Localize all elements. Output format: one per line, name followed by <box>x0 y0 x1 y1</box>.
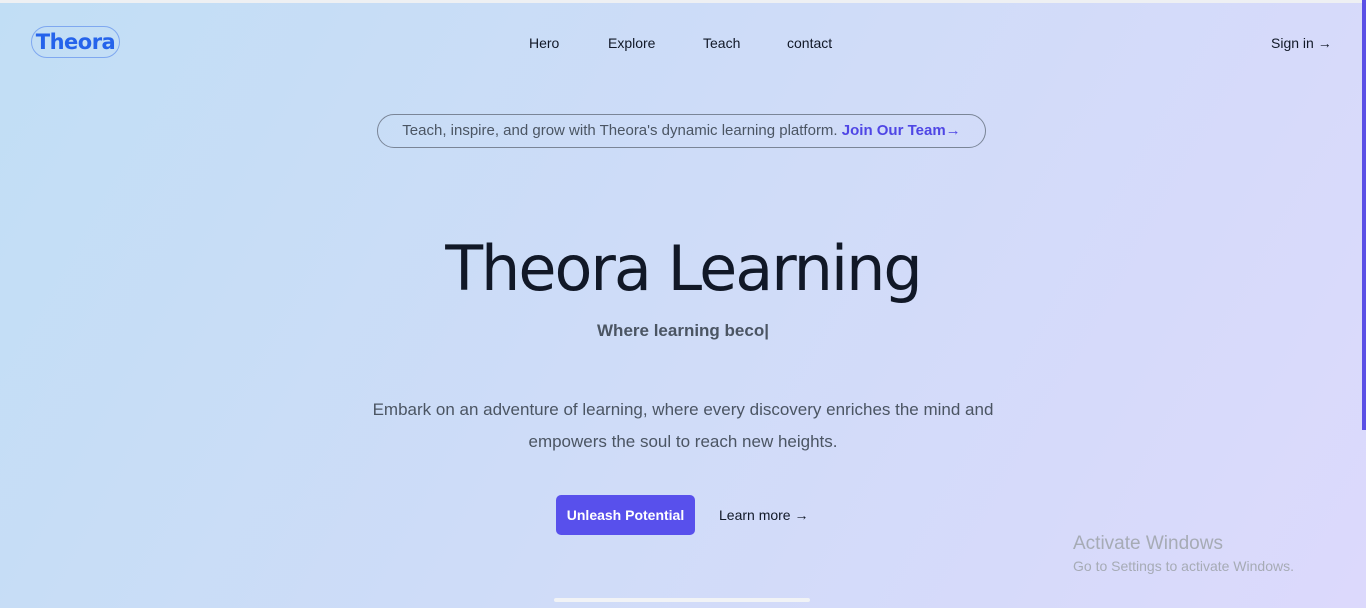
nav-contact[interactable]: contact <box>787 35 832 51</box>
horizontal-scrollbar[interactable] <box>554 598 810 602</box>
nav-hero[interactable]: Hero <box>529 35 559 51</box>
top-border <box>0 0 1366 3</box>
vertical-scrollbar[interactable] <box>1362 0 1366 430</box>
nav-explore[interactable]: Explore <box>608 35 655 51</box>
announcement-banner: Teach, inspire, and grow with Theora's d… <box>377 114 986 148</box>
hero-description: Embark on an adventure of learning, wher… <box>372 400 994 451</box>
learn-more-link[interactable]: Learn more → <box>719 507 808 523</box>
hero-title: Theora Learning <box>445 232 923 305</box>
logo[interactable]: Theora <box>31 26 120 58</box>
join-team-link[interactable]: Join Our Team→ <box>842 122 961 139</box>
sign-in-link[interactable]: Sign in → <box>1271 35 1332 51</box>
watermark-title: Activate Windows <box>1073 533 1223 554</box>
nav-teach[interactable]: Teach <box>703 35 740 51</box>
watermark-subtitle: Go to Settings to activate Windows. <box>1073 558 1294 574</box>
unleash-potential-button[interactable]: Unleash Potential <box>556 495 695 535</box>
banner-text: Teach, inspire, and grow with Theora's d… <box>402 122 842 139</box>
typing-subtitle: Where learning beco| <box>597 321 769 340</box>
